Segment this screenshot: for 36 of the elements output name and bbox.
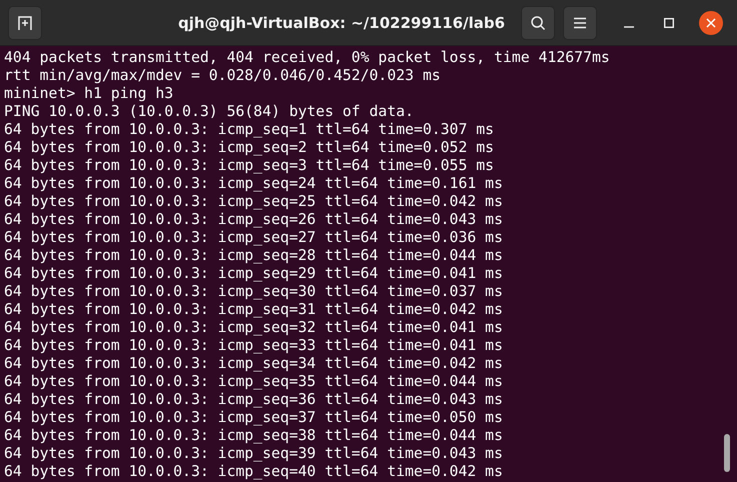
terminal-line: 404 packets transmitted, 404 received, 0% packet loss, time 412677ms [4, 49, 611, 67]
search-icon [530, 14, 546, 30]
terminal-line: 64 bytes from 10.0.0.3: icmp_seq=30 ttl=64 time=0.037 ms [4, 283, 504, 301]
terminal-line: 64 bytes from 10.0.0.3: icmp_seq=24 ttl=64 time=0.161 ms [4, 175, 504, 193]
terminal-line: 64 bytes from 10.0.0.3: icmp_seq=40 ttl=64 time=0.042 ms [4, 463, 504, 481]
terminal-line: 64 bytes from 10.0.0.3: icmp_seq=28 ttl=64 time=0.044 ms [4, 247, 504, 265]
terminal-line: 64 bytes from 10.0.0.3: icmp_seq=35 ttl=64 time=0.044 ms [4, 373, 504, 391]
new-tab-icon [17, 14, 33, 30]
terminal-line: 64 bytes from 10.0.0.3: icmp_seq=1 ttl=64 time=0.307 ms [4, 121, 495, 139]
terminal-line: 64 bytes from 10.0.0.3: icmp_seq=37 ttl=64 time=0.050 ms [4, 409, 504, 427]
menu-icon [573, 16, 587, 28]
terminal-line: 64 bytes from 10.0.0.3: icmp_seq=29 ttl=64 time=0.041 ms [4, 265, 504, 283]
terminal-line: mininet> h1 ping h3 [4, 85, 174, 103]
terminal-line: 64 bytes from 10.0.0.3: icmp_seq=2 ttl=64 time=0.052 ms [4, 139, 495, 157]
close-icon [706, 18, 716, 28]
maximize-icon [664, 18, 674, 28]
terminal-line: 64 bytes from 10.0.0.3: icmp_seq=26 ttl=64 time=0.043 ms [4, 211, 504, 229]
search-button[interactable] [521, 6, 555, 40]
terminal-line: rtt min/avg/max/mdev = 0.028/0.046/0.452/0.023 ms [4, 67, 442, 85]
terminal-line: 64 bytes from 10.0.0.3: icmp_seq=38 ttl=64 time=0.044 ms [4, 427, 504, 445]
terminal-line: 64 bytes from 10.0.0.3: icmp_seq=25 ttl=64 time=0.042 ms [4, 193, 504, 211]
minimize-icon [624, 26, 634, 28]
terminal-line: 64 bytes from 10.0.0.3: icmp_seq=33 ttl=64 time=0.041 ms [4, 337, 504, 355]
scrollbar-thumb[interactable] [724, 434, 730, 472]
terminal-line: 64 bytes from 10.0.0.3: icmp_seq=31 ttl=64 time=0.042 ms [4, 301, 504, 319]
terminal-line: 64 bytes from 10.0.0.3: icmp_seq=34 ttl=64 time=0.042 ms [4, 355, 504, 373]
terminal-line: PING 10.0.0.3 (10.0.0.3) 56(84) bytes of data. [4, 103, 415, 121]
terminal-line: 64 bytes from 10.0.0.3: icmp_seq=32 ttl=64 time=0.041 ms [4, 319, 504, 337]
new-tab-button[interactable] [8, 6, 42, 40]
terminal-line: 64 bytes from 10.0.0.3: icmp_seq=39 ttl=64 time=0.043 ms [4, 445, 504, 463]
close-button[interactable] [699, 10, 723, 34]
window-title: qjh@qjh-VirtualBox: ~/102299116/lab6 [178, 14, 505, 32]
terminal-line: 64 bytes from 10.0.0.3: icmp_seq=3 ttl=64 time=0.055 ms [4, 157, 495, 175]
terminal-line: 64 bytes from 10.0.0.3: icmp_seq=27 ttl=64 time=0.036 ms [4, 229, 504, 247]
menu-button[interactable] [563, 6, 597, 40]
terminal-line: 64 bytes from 10.0.0.3: icmp_seq=36 ttl=64 time=0.043 ms [4, 391, 504, 409]
